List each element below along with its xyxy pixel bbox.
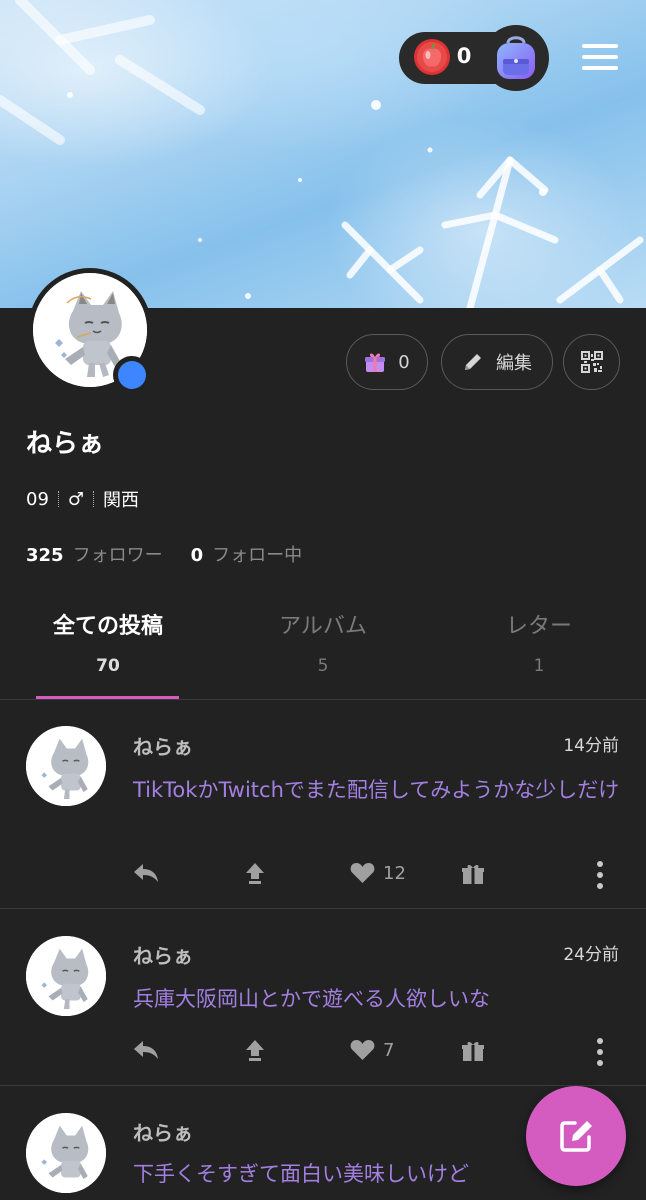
like-button[interactable]: 7 — [350, 1039, 394, 1061]
apple-icon — [414, 39, 450, 75]
post-text[interactable]: 兵庫大阪岡山とかで遊べる人欲しいな — [133, 983, 623, 1015]
post-author[interactable]: ねらぁ — [133, 940, 193, 969]
profile-region: 関西 — [103, 490, 140, 511]
post-gift-button[interactable] — [461, 862, 485, 886]
tab-count: 1 — [533, 656, 545, 676]
share-button[interactable] — [244, 862, 266, 886]
reply-button[interactable] — [133, 1039, 159, 1061]
gift-button[interactable]: 0 — [346, 334, 428, 390]
edit-profile-button[interactable]: 編集 — [441, 334, 553, 390]
cat-avatar-image — [26, 726, 106, 806]
info-separator — [93, 491, 95, 507]
share-icon — [246, 1040, 264, 1061]
post-author[interactable]: ねらぁ — [133, 731, 193, 760]
more-vertical-icon[interactable] — [596, 861, 604, 889]
cover-image — [0, 0, 646, 308]
post-avatar[interactable] — [26, 936, 106, 1016]
qr-code-icon — [580, 351, 603, 373]
backpack-button[interactable] — [483, 25, 549, 91]
following-label[interactable]: フォロー中 — [212, 541, 302, 567]
tab-label: 全ての投稿 — [52, 614, 163, 639]
post-avatar[interactable] — [26, 726, 106, 806]
cat-avatar-image — [26, 936, 106, 1016]
profile-gender: ♂ — [67, 488, 85, 510]
tab-letter[interactable]: レター 1 — [449, 608, 629, 676]
tab-count: 70 — [96, 656, 120, 676]
heart-icon — [350, 863, 375, 883]
divider — [0, 908, 646, 909]
qr-code-button[interactable] — [563, 334, 620, 390]
like-button[interactable]: 12 — [350, 862, 406, 884]
post-author[interactable]: ねらぁ — [133, 1117, 193, 1146]
profile-age: 09 — [26, 488, 49, 510]
hamburger-menu-icon[interactable] — [580, 40, 620, 74]
follow-stats: 325 フォロワー 0 フォロー中 — [26, 541, 330, 567]
post-gift-button[interactable] — [461, 1039, 485, 1063]
like-count: 12 — [383, 862, 406, 884]
post-text[interactable]: TikTokかTwitchでまた配信してみようかな少しだけ — [133, 774, 623, 806]
gift-icon — [462, 864, 484, 884]
share-button[interactable] — [244, 1039, 266, 1063]
compose-button[interactable] — [526, 1086, 626, 1186]
tab-label: アルバム — [279, 614, 367, 639]
post-avatar[interactable] — [26, 1113, 106, 1193]
cat-avatar-image — [26, 1113, 106, 1193]
more-vertical-icon[interactable] — [596, 1038, 604, 1066]
points-count: 0 — [456, 44, 472, 68]
tab-count: 5 — [317, 656, 329, 676]
followers-label[interactable]: フォロワー — [73, 541, 163, 567]
pencil-icon — [465, 354, 481, 370]
divider — [0, 1085, 646, 1086]
reply-icon — [134, 1041, 158, 1059]
compose-icon — [560, 1121, 592, 1152]
heart-icon — [350, 1040, 375, 1060]
share-icon — [246, 863, 264, 884]
online-status-indicator — [113, 356, 151, 394]
snowflake-decoration — [0, 0, 644, 308]
reply-button[interactable] — [133, 862, 159, 884]
tab-all-posts[interactable]: 全ての投稿 70 — [18, 608, 198, 676]
info-separator — [57, 491, 59, 507]
following-count[interactable]: 0 — [191, 545, 204, 566]
gift-icon — [462, 1041, 484, 1061]
tab-label: レター — [505, 614, 572, 639]
profile-name: ねらぁ — [26, 429, 105, 459]
gift-count: 0 — [398, 351, 410, 373]
reply-icon — [134, 864, 158, 882]
followers-count[interactable]: 325 — [26, 545, 64, 566]
post-time: 24分前 — [563, 945, 619, 965]
tab-album[interactable]: アルバム 5 — [233, 608, 413, 676]
gift-icon — [365, 353, 386, 372]
post-time: 14分前 — [563, 736, 619, 756]
divider — [0, 699, 646, 700]
backpack-icon — [497, 36, 535, 79]
profile-info-row: 09 ♂ 関西 — [26, 486, 139, 512]
edit-label: 編集 — [496, 353, 532, 374]
like-count: 7 — [383, 1039, 395, 1061]
